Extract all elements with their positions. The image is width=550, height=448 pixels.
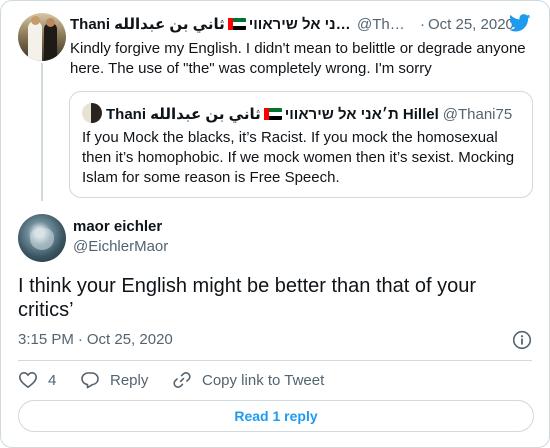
author-handle[interactable]: @EichlerMaor: [73, 237, 168, 257]
copy-link-button[interactable]: Copy link to Tweet: [172, 370, 324, 390]
parent-tweet-text: Kindly forgive my English. I didn't mean…: [70, 40, 526, 77]
tweet-timestamp[interactable]: 3:15 PM · Oct 25, 2020: [18, 330, 173, 350]
twitter-bird-icon[interactable]: [509, 14, 531, 32]
tweet-time: 3:15 PM: [18, 331, 74, 348]
quoted-avatar: [82, 103, 102, 123]
thread-connector-line: [41, 63, 43, 201]
embedded-tweet-card: Thani ת׳אני אל שיראוויثاني بن عبدالله Hi…: [0, 0, 550, 448]
parent-display-name[interactable]: Thani ת׳אני אל שיראוויثاني بن عبدالله Hi…: [70, 15, 355, 35]
like-count: 4: [48, 371, 57, 389]
timestamp-separator: ·: [77, 331, 83, 348]
tweet-text: I think your English might be better tha…: [18, 275, 477, 321]
tweet-actions: 4 Reply Copy link to Tweet: [18, 369, 324, 391]
reply-bubble-icon: [81, 372, 99, 389]
copy-link-label: Copy link to Tweet: [202, 371, 325, 389]
parent-avatar[interactable]: [18, 13, 66, 61]
parent-handle[interactable]: @Th…: [357, 15, 417, 35]
reply-button[interactable]: Reply: [80, 370, 172, 390]
reply-label: Reply: [110, 371, 149, 389]
tweet-date: Oct 25, 2020: [86, 331, 173, 348]
uae-flag-icon: [263, 108, 282, 120]
quoted-tweet-text: If you Mock the blacks, it’s Racist. If …: [82, 129, 515, 186]
uae-flag-icon: [227, 18, 246, 30]
quoted-display-name: Thani ת׳אני אל שיראוויثاني بن عبدالله Hi…: [106, 106, 439, 123]
quoted-handle: @Thani75: [442, 106, 513, 123]
parent-tweet-header: Thani ת׳אני אל שיראוויثاني بن عبدالله Hi…: [70, 15, 536, 35]
parent-date[interactable]: Oct 25, 2020: [428, 16, 514, 33]
heart-icon: [19, 372, 37, 388]
actions-divider: [18, 360, 532, 361]
author-avatar[interactable]: [18, 214, 66, 262]
read-replies-button[interactable]: Read 1 reply: [18, 400, 534, 432]
quoted-tweet[interactable]: Thani ת׳אני אל שיראוויثاني بن عبدالله Hi…: [69, 91, 533, 198]
quoted-tweet-header: Thani ת׳אני אל שיראוויثاني بن عبدالله Hi…: [82, 103, 512, 125]
link-icon: [173, 371, 191, 389]
author-display-name[interactable]: maor eichler: [73, 217, 162, 237]
parent-dot-separator: ·: [420, 16, 425, 33]
like-button[interactable]: 4: [18, 370, 80, 390]
info-icon[interactable]: [512, 330, 532, 350]
